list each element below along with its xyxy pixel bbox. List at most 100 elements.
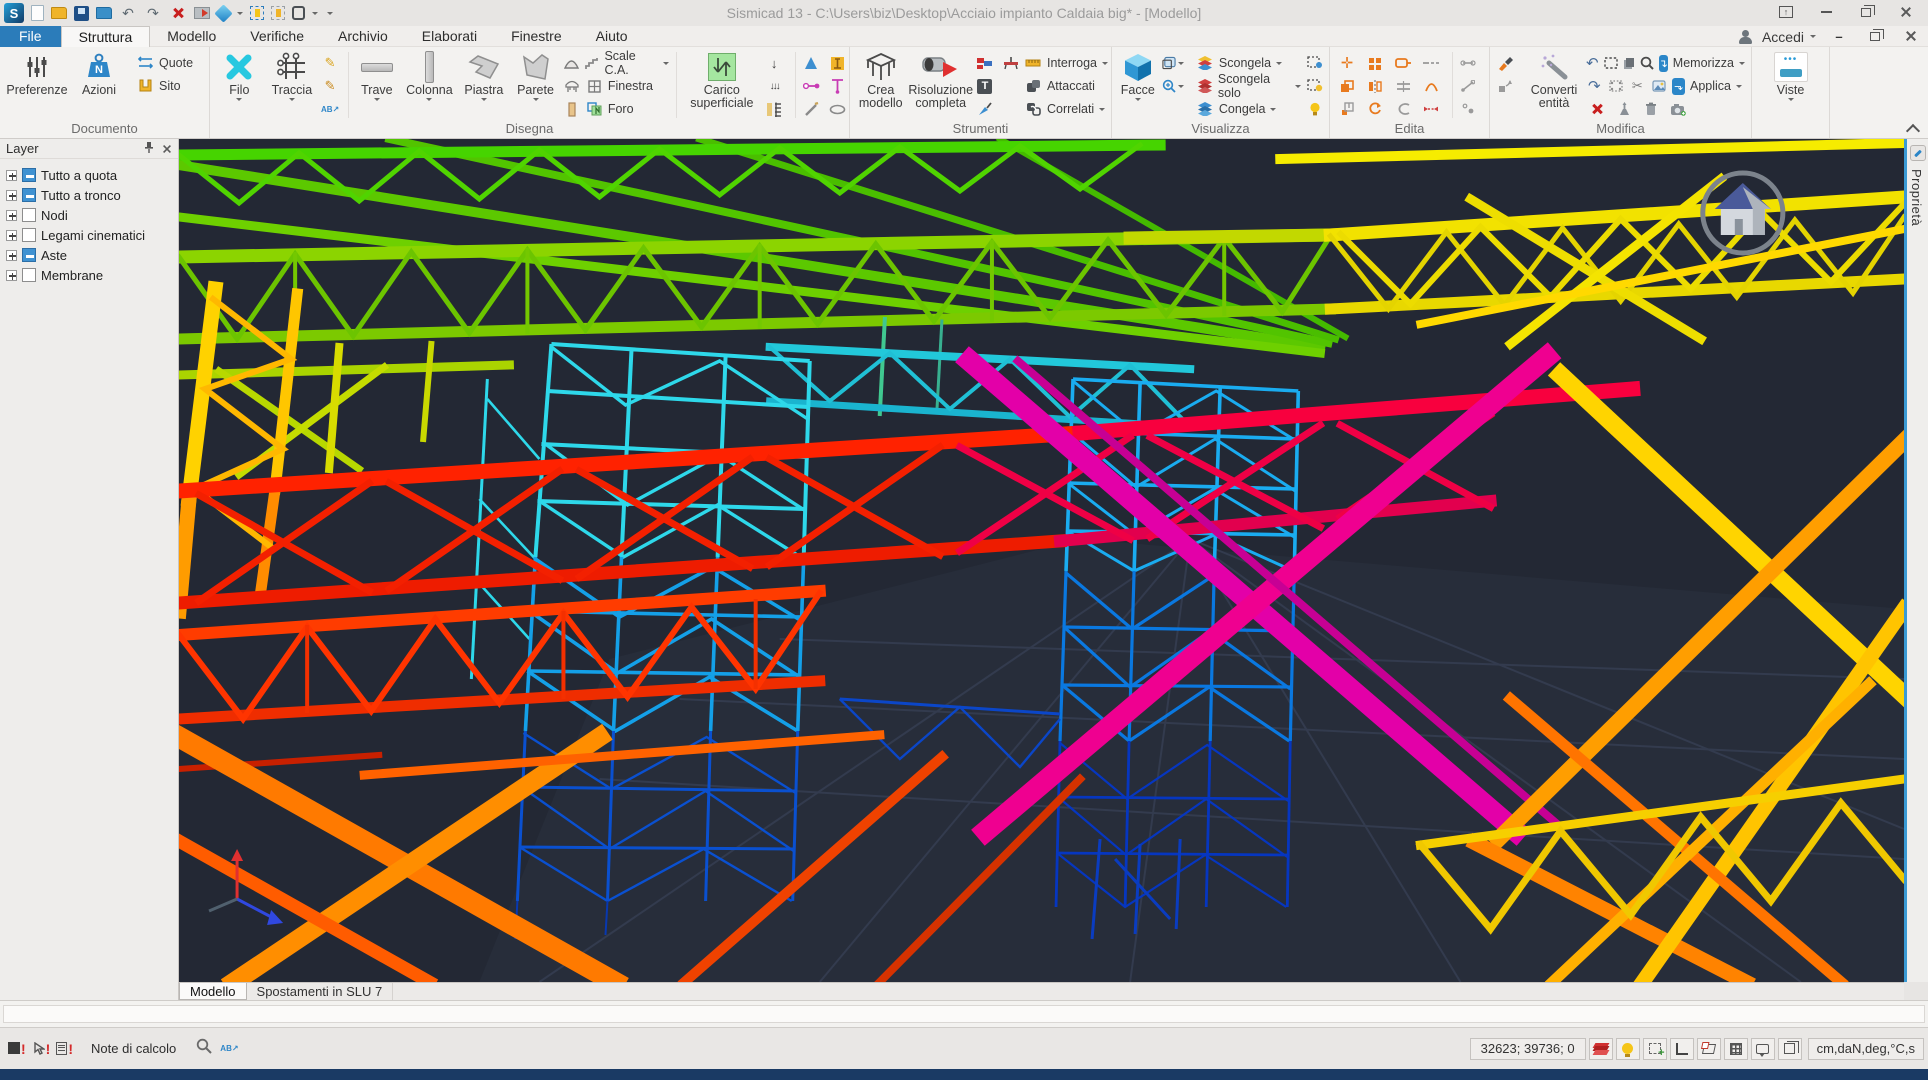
purge-icon[interactable]	[1613, 99, 1635, 119]
support-icon[interactable]	[826, 53, 848, 73]
scissors-icon[interactable]: ✂	[1629, 76, 1646, 96]
close-panel-icon[interactable]	[163, 145, 171, 153]
doc-tab-spostamenti[interactable]: Spostamenti in SLU 7	[247, 983, 394, 1000]
tab-aiuto[interactable]: Aiuto	[579, 26, 645, 47]
filo-button[interactable]: Filo	[214, 49, 265, 121]
attaccati-button[interactable]: Attaccati	[1022, 76, 1111, 96]
trash-icon[interactable]	[1640, 99, 1662, 119]
doc-tab-modello[interactable]: Modello	[179, 983, 247, 1000]
layer-item-nodi[interactable]: Nodi	[6, 205, 178, 225]
array-icon[interactable]	[1364, 53, 1386, 73]
collapse-ribbon-button[interactable]	[1906, 124, 1920, 134]
undo-edit-icon[interactable]: ↶	[1586, 53, 1599, 73]
window-layout-dropdown[interactable]	[312, 12, 318, 15]
arc-edit-icon[interactable]	[1420, 76, 1442, 96]
isolate-selection-icon[interactable]	[1304, 53, 1326, 73]
trave-button[interactable]: Trave	[352, 49, 401, 121]
scale-ca-button[interactable]: Scale C.A.	[561, 53, 672, 73]
brush-draw-icon[interactable]	[800, 99, 822, 119]
scale-icon[interactable]	[1336, 99, 1358, 119]
match-props-icon[interactable]	[1494, 76, 1516, 96]
qat-customize-dropdown[interactable]	[327, 12, 333, 15]
view-cube-icon[interactable]	[1162, 53, 1184, 73]
mirror-icon[interactable]	[1364, 76, 1386, 96]
select-fence-icon[interactable]	[1608, 76, 1625, 96]
tooltip-mode-icon[interactable]	[1751, 1038, 1775, 1060]
quote-button[interactable]: Quote	[134, 53, 196, 73]
flag-tool-icon[interactable]	[974, 53, 996, 73]
model-viewport[interactable]	[179, 139, 1904, 982]
finestra-button[interactable]: Finestra	[561, 76, 672, 96]
sito-button[interactable]: Sito	[134, 76, 196, 96]
render-mode-dropdown[interactable]	[237, 12, 243, 15]
login-button[interactable]: Accedi	[1762, 29, 1816, 45]
select-window-icon[interactable]	[1604, 53, 1618, 73]
window-layout-icon[interactable]	[292, 6, 305, 20]
nodes-icon[interactable]	[1457, 99, 1479, 119]
zoom-select-icon[interactable]	[1640, 53, 1654, 73]
layer-item-aste[interactable]: Aste	[6, 245, 178, 265]
image-icon[interactable]	[1651, 76, 1668, 96]
model-alert-icon[interactable]: !	[8, 1042, 26, 1056]
layer-item-tutto-a-tronco[interactable]: Tutto a tronco	[6, 185, 178, 205]
layer-item-tutto-a-quota[interactable]: Tutto a quota	[6, 165, 178, 185]
sketch-pencil-icon[interactable]: ✎	[319, 53, 341, 73]
carico-superficiale-button[interactable]: Carico superficiale	[681, 49, 764, 121]
snapshot-icon[interactable]	[1667, 99, 1689, 119]
ellipse-icon[interactable]	[826, 99, 848, 119]
link-node-icon[interactable]	[800, 76, 822, 96]
property-brush-icon[interactable]	[1494, 53, 1516, 73]
offset-icon[interactable]	[1392, 76, 1414, 96]
tab-finestre[interactable]: Finestre	[494, 26, 579, 47]
azioni-button[interactable]: N Azioni	[68, 49, 130, 121]
notes-label[interactable]: Note di calcolo	[91, 1041, 176, 1056]
selection-filter-icon[interactable]	[250, 6, 264, 20]
crea-modello-button[interactable]: Crea modello	[854, 49, 908, 121]
constraint-icon[interactable]	[800, 53, 822, 73]
close-button[interactable]	[1886, 0, 1926, 24]
delete-entities-icon[interactable]	[1586, 99, 1608, 119]
minimize-button[interactable]	[1806, 0, 1846, 24]
tab-modello[interactable]: Modello	[150, 26, 233, 47]
save-icon[interactable]	[74, 6, 89, 21]
text-tool-icon[interactable]: T	[974, 76, 996, 96]
expand-icon[interactable]	[6, 210, 17, 221]
tab-elaborati[interactable]: Elaborati	[405, 26, 494, 47]
traccia-button[interactable]: Traccia	[265, 49, 319, 121]
split-icon[interactable]	[1457, 76, 1479, 96]
colonna-button[interactable]: Colonna	[401, 49, 457, 121]
tab-file[interactable]: File	[0, 26, 61, 47]
ucs-mode-icon[interactable]	[1778, 1038, 1802, 1060]
render-mode-icon[interactable]	[214, 4, 232, 22]
memorizza-button[interactable]: Memorizza	[1673, 53, 1745, 73]
mdi-restore-button[interactable]	[1862, 29, 1888, 44]
preferenze-button[interactable]: Preferenze	[6, 49, 68, 121]
load-list-icon[interactable]	[763, 99, 785, 119]
layer-checkbox[interactable]	[22, 188, 36, 202]
hide-selection-icon[interactable]	[1304, 76, 1326, 96]
select-prev-icon[interactable]	[1623, 53, 1635, 73]
converti-entita-button[interactable]: Converti entità	[1522, 49, 1586, 121]
restore-button[interactable]	[1846, 0, 1886, 24]
tab-struttura[interactable]: Struttura	[61, 26, 151, 47]
properties-side-tab[interactable]: Proprietà	[1904, 139, 1928, 982]
grid-mode-icon[interactable]	[1724, 1038, 1748, 1060]
new-file-icon[interactable]	[31, 5, 44, 21]
annotate-ab-icon[interactable]: AB↗	[319, 99, 341, 119]
expand-icon[interactable]	[6, 190, 17, 201]
trim-icon[interactable]	[1392, 99, 1414, 119]
edit-pencil-icon[interactable]: ✎	[319, 76, 341, 96]
snap-mode-icon[interactable]	[1697, 1038, 1721, 1060]
congela-button[interactable]: Congela	[1194, 99, 1304, 119]
layer-checkbox[interactable]	[22, 248, 36, 262]
tab-archivio[interactable]: Archivio	[321, 26, 405, 47]
lightbulb-icon[interactable]	[1304, 99, 1326, 119]
delete-icon[interactable]	[169, 4, 187, 22]
add-selection-icon[interactable]	[1643, 1038, 1667, 1060]
layer-item-legami-cinematici[interactable]: Legami cinematici	[6, 225, 178, 245]
clean-tool-icon[interactable]	[974, 99, 996, 119]
join-icon[interactable]	[1457, 53, 1479, 73]
redline-icon[interactable]: AB↗	[220, 1044, 238, 1053]
point-load-icon[interactable]: ↓	[763, 53, 785, 73]
pin-icon[interactable]	[144, 141, 154, 156]
